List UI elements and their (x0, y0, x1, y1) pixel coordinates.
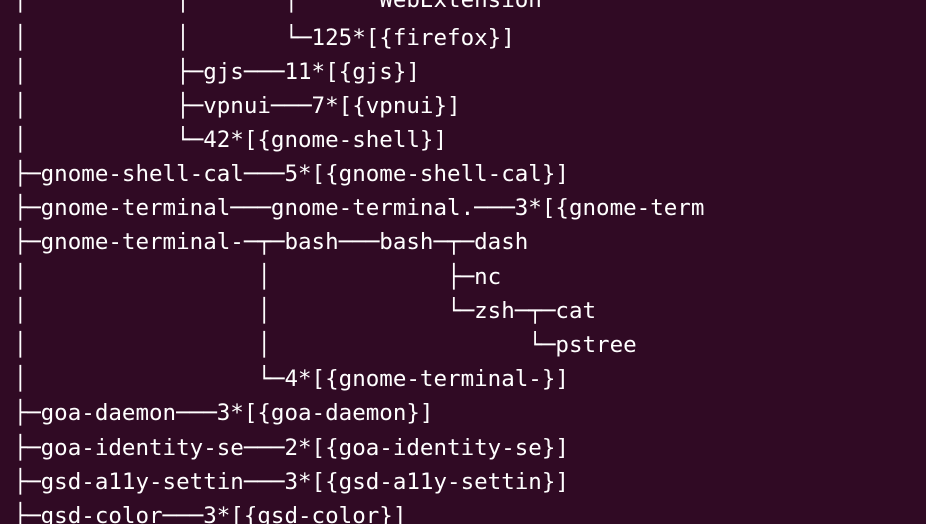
terminal-line: │ └─42*[{gnome-shell}] (0, 127, 448, 153)
terminal-line: ├─gnome-terminal-─┬─bash───bash─┬─dash (0, 229, 529, 255)
terminal-line: │ └─4*[{gnome-terminal-}] (0, 366, 569, 392)
terminal-line: ├─goa-identity-se───2*[{goa-identity-se}… (0, 435, 569, 461)
terminal-line: │ │ └─zsh─┬─cat (0, 298, 597, 324)
terminal-line: ├─goa-daemon───3*[{goa-daemon}] (0, 400, 434, 426)
terminal-line: ├─gsd-a11y-settin───3*[{gsd-a11y-settin}… (0, 469, 569, 495)
terminal-line: │ ├─vpnui───7*[{vpnui}] (0, 93, 461, 119)
terminal-line: ├─gsd-color───3*[{gsd-color}] (0, 503, 407, 524)
terminal-line: │ │ └─pstree (0, 332, 637, 358)
terminal-line: │ │ ├─nc (0, 264, 502, 290)
terminal-line: │ │ └─125*[{firefox}] (0, 25, 515, 51)
terminal-line: │ │ │ WebExtension (0, 0, 542, 13)
terminal-window[interactable]: │ │ │ WebExtension │ │ └─125*[{firefox}]… (0, 0, 926, 524)
terminal-line: │ ├─gjs───11*[{gjs}] (0, 59, 420, 85)
terminal-line: ├─gnome-terminal───gnome-terminal.───3*[… (0, 195, 705, 221)
terminal-line: ├─gnome-shell-cal───5*[{gnome-shell-cal}… (0, 161, 569, 187)
